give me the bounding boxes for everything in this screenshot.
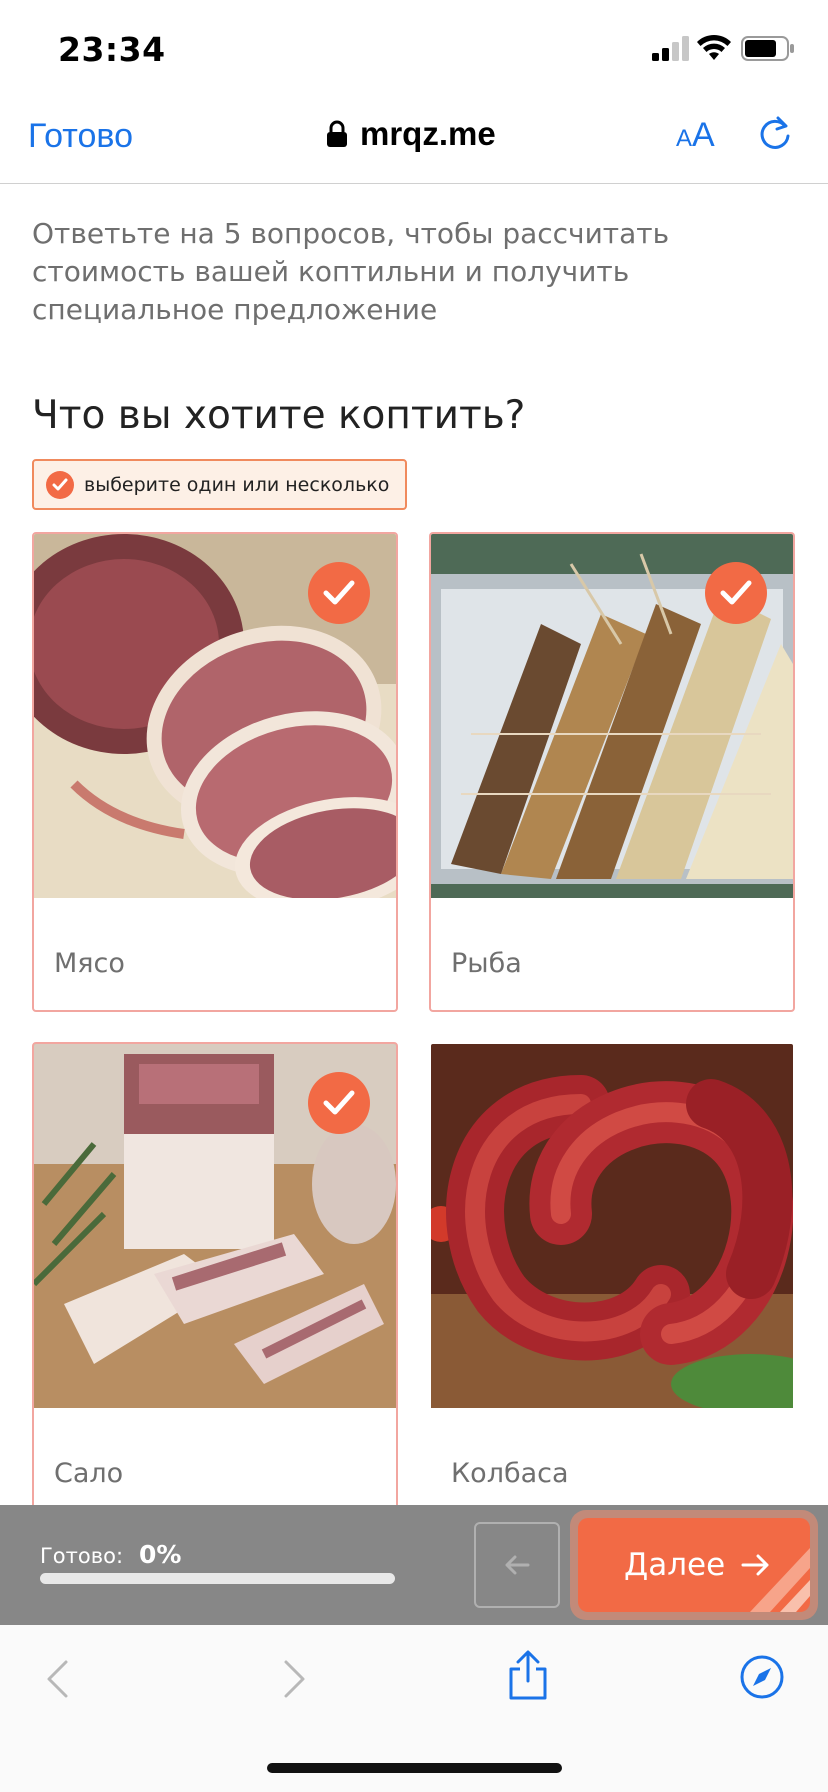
- text-size-big-glyph: A: [692, 116, 715, 154]
- text-size-button[interactable]: AA: [676, 116, 715, 155]
- done-button[interactable]: Готово: [28, 117, 133, 156]
- option-label: Сало: [54, 1458, 124, 1489]
- progress-panel: Готово: 0% Далее: [0, 1505, 828, 1625]
- check-icon: [705, 562, 767, 624]
- option-card-fish[interactable]: Рыба: [429, 532, 795, 1012]
- question-title: Что вы хотите коптить?: [32, 393, 526, 438]
- hint-badge: выберите один или несколько: [32, 459, 408, 510]
- progress-value: 0%: [139, 1540, 182, 1569]
- url-field[interactable]: mrqz.me: [326, 114, 496, 154]
- option-card-sausage[interactable]: Колбаса: [429, 1042, 795, 1505]
- option-card-meat[interactable]: Мясо: [32, 532, 398, 1012]
- battery-icon: [741, 36, 794, 61]
- progress-label: Готово:: [40, 1544, 124, 1568]
- signal-icon: [652, 36, 689, 61]
- next-label: Далее: [624, 1547, 726, 1583]
- check-icon: [308, 562, 370, 624]
- home-indicator: [267, 1763, 562, 1773]
- arrow-left-icon: [505, 1555, 530, 1575]
- quiz-intro: Ответьте на 5 вопросов, чтобы рассчитать…: [32, 217, 670, 326]
- status-time: 23:34: [58, 30, 166, 69]
- back-button[interactable]: [474, 1522, 560, 1608]
- browser-address-bar: Готово mrqz.me AA: [0, 100, 828, 184]
- chevron-right-icon[interactable]: [282, 1659, 308, 1699]
- status-bar: 23:34: [0, 0, 828, 100]
- share-icon[interactable]: [506, 1649, 550, 1701]
- option-label: Рыба: [451, 948, 522, 979]
- compass-icon[interactable]: [738, 1653, 786, 1701]
- option-card-salo[interactable]: Сало: [32, 1042, 398, 1505]
- next-button[interactable]: Далее: [578, 1518, 810, 1612]
- option-label: Колбаса: [451, 1458, 569, 1489]
- progress-bar: [40, 1573, 395, 1584]
- sausage-image: [431, 1044, 793, 1408]
- chevron-left-icon[interactable]: [44, 1659, 70, 1699]
- reload-icon[interactable]: [756, 114, 794, 154]
- hint-text: выберите один или несколько: [84, 473, 390, 496]
- url-text: mrqz.me: [360, 115, 496, 152]
- text-size-small-glyph: A: [676, 125, 693, 152]
- browser-toolbar: [0, 1625, 828, 1792]
- arrow-right-icon: [741, 1554, 769, 1576]
- wifi-icon: [697, 34, 731, 60]
- check-icon: [308, 1072, 370, 1134]
- quiz-content: Ответьте на 5 вопросов, чтобы рассчитать…: [0, 185, 828, 1505]
- lock-icon: [327, 120, 347, 147]
- check-icon: [46, 470, 74, 499]
- option-label: Мясо: [54, 948, 125, 979]
